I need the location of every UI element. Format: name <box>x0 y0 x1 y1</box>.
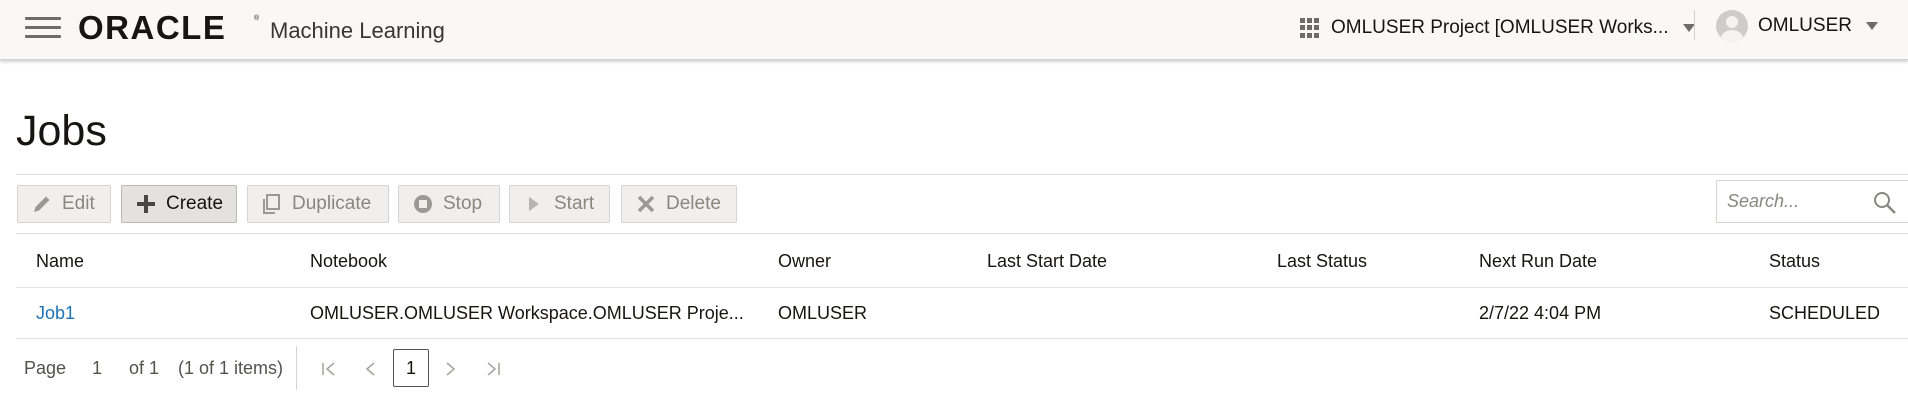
column-header-status[interactable]: Status <box>1769 251 1820 272</box>
page-label: Page <box>24 358 67 378</box>
project-label: OMLUSER Project [OMLUSER Works... <box>1331 17 1669 38</box>
pencil-icon <box>34 196 50 212</box>
column-header-last-start-date[interactable]: Last Start Date <box>987 251 1107 272</box>
app-name: Machine Learning <box>270 18 445 43</box>
current-page-button[interactable]: 1 <box>393 349 429 387</box>
create-button[interactable]: Create <box>121 185 237 223</box>
start-label: Start <box>554 193 595 214</box>
delete-label: Delete <box>666 193 721 214</box>
oracle-logo: ORACLE ® <box>78 12 260 42</box>
stop-button[interactable]: Stop <box>398 185 500 223</box>
status-cell: SCHEDULED <box>1769 303 1881 323</box>
app-header: ORACLE ® Machine Learning OMLUSER Projec… <box>0 0 1908 60</box>
first-page-icon[interactable] <box>320 360 338 378</box>
stop-icon <box>414 195 432 213</box>
column-header-last-status[interactable]: Last Status <box>1277 251 1367 272</box>
close-icon <box>637 195 655 213</box>
search-field[interactable] <box>1716 180 1908 223</box>
user-label: OMLUSER <box>1758 15 1852 36</box>
chevron-down-icon <box>1865 22 1878 30</box>
search-icon[interactable] <box>1873 191 1897 215</box>
column-header-notebook[interactable]: Notebook <box>310 251 387 272</box>
previous-page-icon[interactable] <box>362 360 380 378</box>
job-name-link[interactable]: Job1 <box>36 303 75 324</box>
hamburger-menu-icon[interactable] <box>25 15 61 39</box>
page-title: Jobs <box>16 107 107 155</box>
column-header-name[interactable]: Name <box>36 251 84 272</box>
delete-button[interactable]: Delete <box>621 185 737 223</box>
project-selector[interactable]: OMLUSER Project [OMLUSER Works... <box>1300 14 1695 42</box>
next-page-icon[interactable] <box>441 360 459 378</box>
edit-label: Edit <box>62 193 95 214</box>
table-row[interactable]: Job1 OMLUSER.OMLUSER Workspace.OMLUSER P… <box>16 287 1908 339</box>
duplicate-label: Duplicate <box>292 193 372 214</box>
next-run-date-cell: 2/7/22 4:04 PM <box>1479 303 1602 323</box>
duplicate-button[interactable]: Duplicate <box>247 185 389 223</box>
column-header-owner[interactable]: Owner <box>778 251 831 272</box>
play-icon <box>529 197 539 211</box>
create-label: Create <box>166 193 224 214</box>
divider <box>16 174 1908 175</box>
edit-button[interactable]: Edit <box>17 185 111 223</box>
owner-cell: OMLUSER <box>778 303 868 323</box>
page-count-label: of 1 <box>129 358 160 378</box>
notebook-cell: OMLUSER.OMLUSER Workspace.OMLUSER Proje.… <box>310 303 744 323</box>
stop-label: Stop <box>443 193 483 214</box>
divider <box>16 233 1908 234</box>
plus-icon <box>137 195 155 213</box>
items-summary: (1 of 1 items) <box>178 358 284 378</box>
svg-text:®: ® <box>254 14 260 22</box>
search-input[interactable] <box>1727 191 1877 212</box>
header-divider <box>1694 10 1695 40</box>
start-button[interactable]: Start <box>509 185 610 223</box>
grid-icon <box>1300 18 1320 38</box>
last-page-icon[interactable] <box>484 360 502 378</box>
svg-text:ORACLE: ORACLE <box>78 12 226 42</box>
page-number[interactable]: 1 <box>92 358 102 379</box>
pagination-divider <box>296 346 297 390</box>
user-menu[interactable]: OMLUSER <box>1716 10 1878 42</box>
chevron-down-icon <box>1682 24 1695 32</box>
copy-icon <box>263 194 280 214</box>
avatar <box>1716 10 1748 42</box>
column-header-next-run-date[interactable]: Next Run Date <box>1479 251 1597 272</box>
